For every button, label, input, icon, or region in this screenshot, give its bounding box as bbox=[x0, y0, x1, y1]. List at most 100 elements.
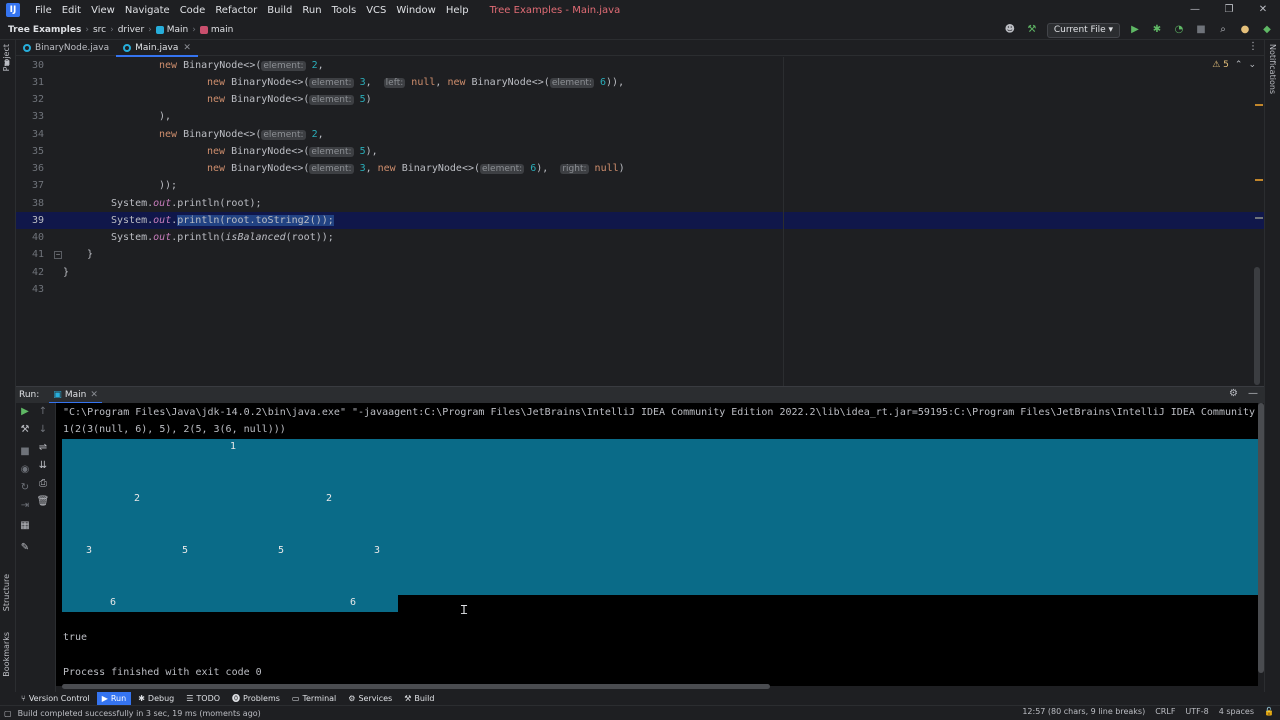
tool-terminal[interactable]: ▭ Terminal bbox=[287, 692, 341, 705]
user-icon[interactable]: ☻ bbox=[1003, 23, 1017, 37]
indent-setting[interactable]: 4 spaces bbox=[1219, 707, 1254, 716]
tab-binarynode-java[interactable]: BinaryNode.java bbox=[16, 40, 116, 56]
close-tab-icon[interactable]: ✕ bbox=[90, 390, 98, 400]
breadcrumb-project[interactable]: Tree Examples bbox=[8, 25, 81, 35]
chevron-right-icon: › bbox=[85, 24, 89, 35]
line-number: 41 bbox=[31, 249, 44, 260]
line-number: 35 bbox=[31, 146, 44, 157]
line-number: 32 bbox=[31, 94, 44, 105]
tool-debug[interactable]: ✱ Debug bbox=[133, 692, 179, 705]
console-output[interactable]: "C:\Program Files\Java\jdk-14.0.2\bin\ja… bbox=[56, 403, 1258, 686]
menu-window[interactable]: Window bbox=[391, 5, 440, 16]
soft-wrap-icon[interactable]: ⇌ bbox=[36, 441, 50, 455]
up-arrow-icon[interactable]: ↑ bbox=[36, 405, 50, 419]
minimize-button[interactable]: — bbox=[1178, 0, 1212, 20]
previous-highlight-icon[interactable]: ⌃ bbox=[1235, 60, 1243, 70]
gear-icon[interactable]: ⚙ bbox=[1229, 388, 1238, 399]
camera-icon[interactable]: ◉ bbox=[18, 463, 32, 477]
print-icon[interactable]: ⎙ bbox=[36, 477, 50, 491]
hide-panel-icon[interactable]: — bbox=[1248, 388, 1258, 399]
breadcrumb-driver[interactable]: driver bbox=[118, 25, 144, 35]
stop-icon[interactable]: ■ bbox=[1194, 23, 1208, 37]
status-message[interactable]: Build completed successfully in 3 sec, 1… bbox=[18, 709, 261, 718]
code-line-30: new BinaryNode<>(element: 2, bbox=[159, 60, 324, 71]
menu-tools[interactable]: Tools bbox=[327, 5, 362, 16]
warning-count[interactable]: ⚠ 5 bbox=[1212, 60, 1229, 70]
debug-icon[interactable]: ✱ bbox=[1150, 23, 1164, 37]
bug-icon: ✱ bbox=[138, 694, 145, 703]
run-icon[interactable]: ▶ bbox=[1128, 23, 1142, 37]
inspection-widget[interactable]: ⚠ 5 ⌃ ⌄ bbox=[1212, 60, 1256, 70]
tree-node: 1 bbox=[230, 441, 237, 452]
status-square-icon[interactable]: ▢ bbox=[4, 709, 12, 718]
next-highlight-icon[interactable]: ⌄ bbox=[1248, 60, 1256, 70]
run-tab-main[interactable]: ▣ Main ✕ bbox=[49, 387, 102, 404]
file-encoding[interactable]: UTF-8 bbox=[1185, 707, 1208, 716]
notifications-tool-button[interactable]: Notifications bbox=[1268, 44, 1277, 94]
status-widgets: 12:57 (80 chars, 9 line breaks) CRLF UTF… bbox=[1022, 707, 1274, 716]
down-arrow-icon[interactable]: ↓ bbox=[36, 423, 50, 437]
tree-node: 2 bbox=[326, 493, 333, 504]
line-separator[interactable]: CRLF bbox=[1155, 707, 1175, 716]
lock-icon[interactable]: 🔓 bbox=[1264, 707, 1274, 716]
console-horizontal-scrollbar[interactable] bbox=[62, 684, 770, 689]
layout-icon[interactable]: ▦ bbox=[18, 519, 32, 533]
tool-run[interactable]: ▶ Run bbox=[96, 692, 132, 705]
right-margin-guide bbox=[783, 57, 784, 386]
structure-tool-button[interactable]: Structure bbox=[2, 574, 11, 611]
run-configuration-select[interactable]: Current File ▾ bbox=[1046, 22, 1120, 38]
breadcrumb-main-method[interactable]: main bbox=[211, 25, 234, 35]
tool-build[interactable]: ⚒ Build bbox=[399, 692, 439, 705]
more-options-icon[interactable]: ⋮ bbox=[1248, 41, 1258, 52]
code-selection: println(root.toString2()); bbox=[177, 215, 334, 226]
menu-file[interactable]: File bbox=[30, 5, 57, 16]
menu-build[interactable]: Build bbox=[262, 5, 297, 16]
menu-navigate[interactable]: Navigate bbox=[120, 5, 175, 16]
menu-refactor[interactable]: Refactor bbox=[210, 5, 262, 16]
warning-stripe-marker[interactable] bbox=[1255, 104, 1263, 106]
console-vertical-scrollbar[interactable] bbox=[1258, 403, 1264, 673]
tab-main-java[interactable]: Main.java ✕ bbox=[116, 40, 198, 57]
breadcrumb-src[interactable]: src bbox=[93, 25, 106, 35]
warning-stripe-marker[interactable] bbox=[1255, 179, 1263, 181]
tab-label: Main.java bbox=[135, 43, 179, 53]
chevron-right-icon: › bbox=[192, 24, 196, 35]
restore-icon[interactable]: ↻ bbox=[18, 481, 32, 495]
tool-services[interactable]: ⚙ Services bbox=[343, 692, 397, 705]
menu-view[interactable]: View bbox=[86, 5, 120, 16]
pin-icon[interactable]: ✎ bbox=[18, 541, 32, 555]
stop-icon[interactable]: ■ bbox=[18, 445, 32, 459]
intellij-logo-icon: IJ bbox=[6, 3, 20, 17]
close-tab-icon[interactable]: ✕ bbox=[183, 43, 191, 53]
ide-logo-icon[interactable]: ◆ bbox=[1260, 23, 1274, 37]
close-window-button[interactable]: ✕ bbox=[1246, 0, 1280, 20]
scroll-to-end-icon[interactable]: ⇊ bbox=[36, 459, 50, 473]
breadcrumb-main-class[interactable]: Main bbox=[167, 25, 189, 35]
search-icon[interactable]: ⌕ bbox=[1216, 23, 1230, 37]
menu-run[interactable]: Run bbox=[297, 5, 326, 16]
menu-help[interactable]: Help bbox=[441, 5, 474, 16]
maximize-button[interactable]: ❐ bbox=[1212, 0, 1246, 20]
rerun-icon[interactable]: ▶ bbox=[18, 405, 32, 419]
editor-scrollbar[interactable] bbox=[1254, 267, 1260, 385]
profile-icon[interactable]: ◔ bbox=[1172, 23, 1186, 37]
menu-code[interactable]: Code bbox=[175, 5, 211, 16]
class-icon bbox=[155, 25, 164, 34]
tool-version-control[interactable]: ⑂ Version Control bbox=[16, 692, 95, 705]
tool-problems[interactable]: ⓿ Problems bbox=[227, 692, 285, 705]
trash-icon[interactable]: 🗑 bbox=[36, 495, 50, 509]
menu-vcs[interactable]: VCS bbox=[361, 5, 391, 16]
code-editor[interactable]: 30 31 32 33 34 35 36 37 38 39 40 41 42 4… bbox=[16, 57, 1264, 386]
line-number-gutter: 30 31 32 33 34 35 36 37 38 39 40 41 42 4… bbox=[16, 57, 62, 386]
build-hammer-icon[interactable]: ⚒ bbox=[1025, 23, 1039, 37]
status-bar: ▢ Build completed successfully in 3 sec,… bbox=[0, 705, 1280, 720]
wrench-icon[interactable]: ⚒ bbox=[18, 423, 32, 437]
caret-position[interactable]: 12:57 (80 chars, 9 line breaks) bbox=[1022, 707, 1145, 716]
hammer-icon: ⚒ bbox=[404, 694, 412, 703]
fold-marker-icon[interactable]: − bbox=[54, 251, 62, 259]
menu-edit[interactable]: Edit bbox=[57, 5, 86, 16]
exit-icon[interactable]: ⇥ bbox=[18, 499, 32, 513]
settings-icon[interactable]: ● bbox=[1238, 23, 1252, 37]
bookmarks-tool-button[interactable]: Bookmarks bbox=[2, 632, 11, 677]
tool-todo[interactable]: ☰ TODO bbox=[181, 692, 225, 705]
